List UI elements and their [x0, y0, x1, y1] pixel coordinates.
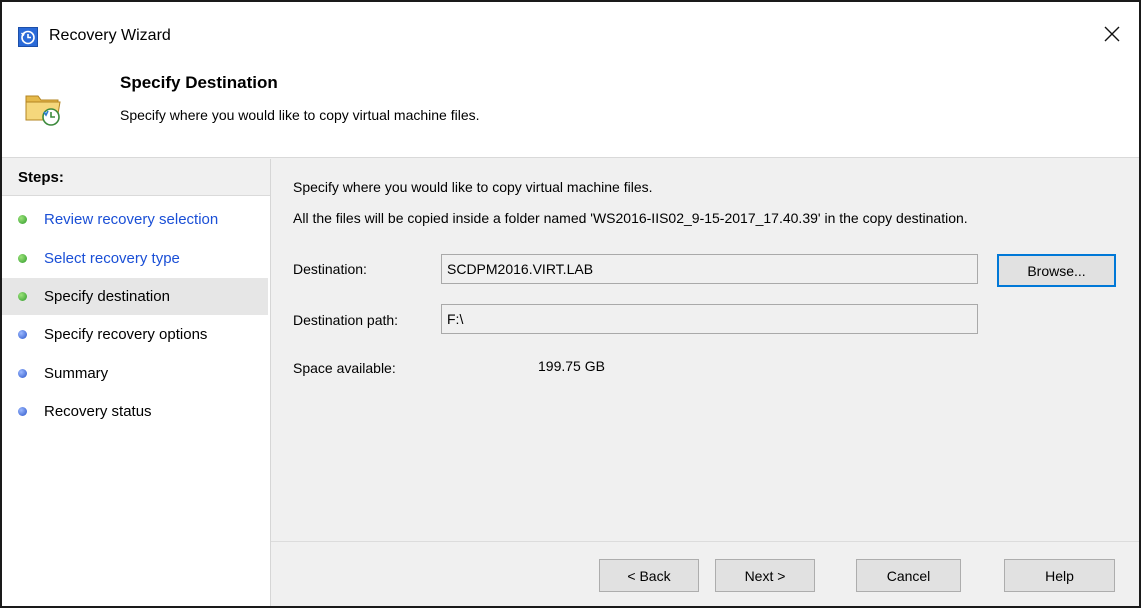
instruction-text: Specify where you would like to copy vir…	[293, 179, 653, 195]
step-pending-icon	[18, 369, 27, 378]
title-bar: Recovery Wizard	[2, 2, 1139, 62]
steps-panel: Steps: Review recovery selection Select …	[2, 159, 270, 606]
step-recovery-status: Recovery status	[2, 393, 268, 430]
step-pending-icon	[18, 407, 27, 416]
back-button[interactable]: < Back	[599, 559, 699, 592]
step-label: Recovery status	[44, 403, 152, 420]
close-icon	[1103, 25, 1121, 47]
destination-field[interactable]	[441, 254, 978, 284]
step-completed-icon	[18, 254, 27, 263]
help-button[interactable]: Help	[1004, 559, 1115, 592]
destination-path-label: Destination path:	[293, 312, 399, 328]
step-completed-icon	[18, 215, 27, 224]
wizard-header: Specify Destination Specify where you wo…	[2, 62, 1139, 158]
step-pending-icon	[18, 330, 27, 339]
recovery-wizard-window: Recovery Wizard Specify Destination Spec…	[0, 0, 1141, 608]
folder-note-text: All the files will be copied inside a fo…	[293, 210, 968, 226]
footer-divider	[271, 541, 1139, 542]
window-title: Recovery Wizard	[49, 27, 171, 44]
step-current-icon	[18, 292, 27, 301]
destination-path-field[interactable]	[441, 304, 978, 334]
step-specify-recovery-options: Specify recovery options	[2, 316, 268, 353]
page-subtitle: Specify where you would like to copy vir…	[120, 107, 480, 123]
step-summary: Summary	[2, 355, 268, 392]
destination-label: Destination:	[293, 261, 367, 277]
page-title: Specify Destination	[120, 73, 278, 92]
next-button[interactable]: Next >	[715, 559, 815, 592]
step-label: Select recovery type	[44, 250, 180, 267]
step-label: Specify recovery options	[44, 326, 208, 343]
step-label: Specify destination	[44, 288, 170, 305]
step-specify-destination: Specify destination	[2, 278, 268, 315]
folder-restore-icon	[22, 86, 66, 130]
step-select-recovery-type[interactable]: Select recovery type	[2, 240, 268, 277]
main-content: Specify where you would like to copy vir…	[271, 159, 1139, 606]
step-review-recovery-selection[interactable]: Review recovery selection	[2, 201, 268, 238]
clock-history-icon	[18, 27, 38, 47]
step-label: Review recovery selection	[44, 211, 219, 228]
space-available-value: 199.75 GB	[538, 358, 605, 374]
close-button[interactable]	[1095, 20, 1129, 52]
browse-button[interactable]: Browse...	[997, 254, 1116, 287]
step-label: Summary	[44, 365, 109, 382]
space-available-label: Space available:	[293, 360, 396, 376]
cancel-button[interactable]: Cancel	[856, 559, 961, 592]
steps-heading: Steps:	[2, 159, 270, 196]
